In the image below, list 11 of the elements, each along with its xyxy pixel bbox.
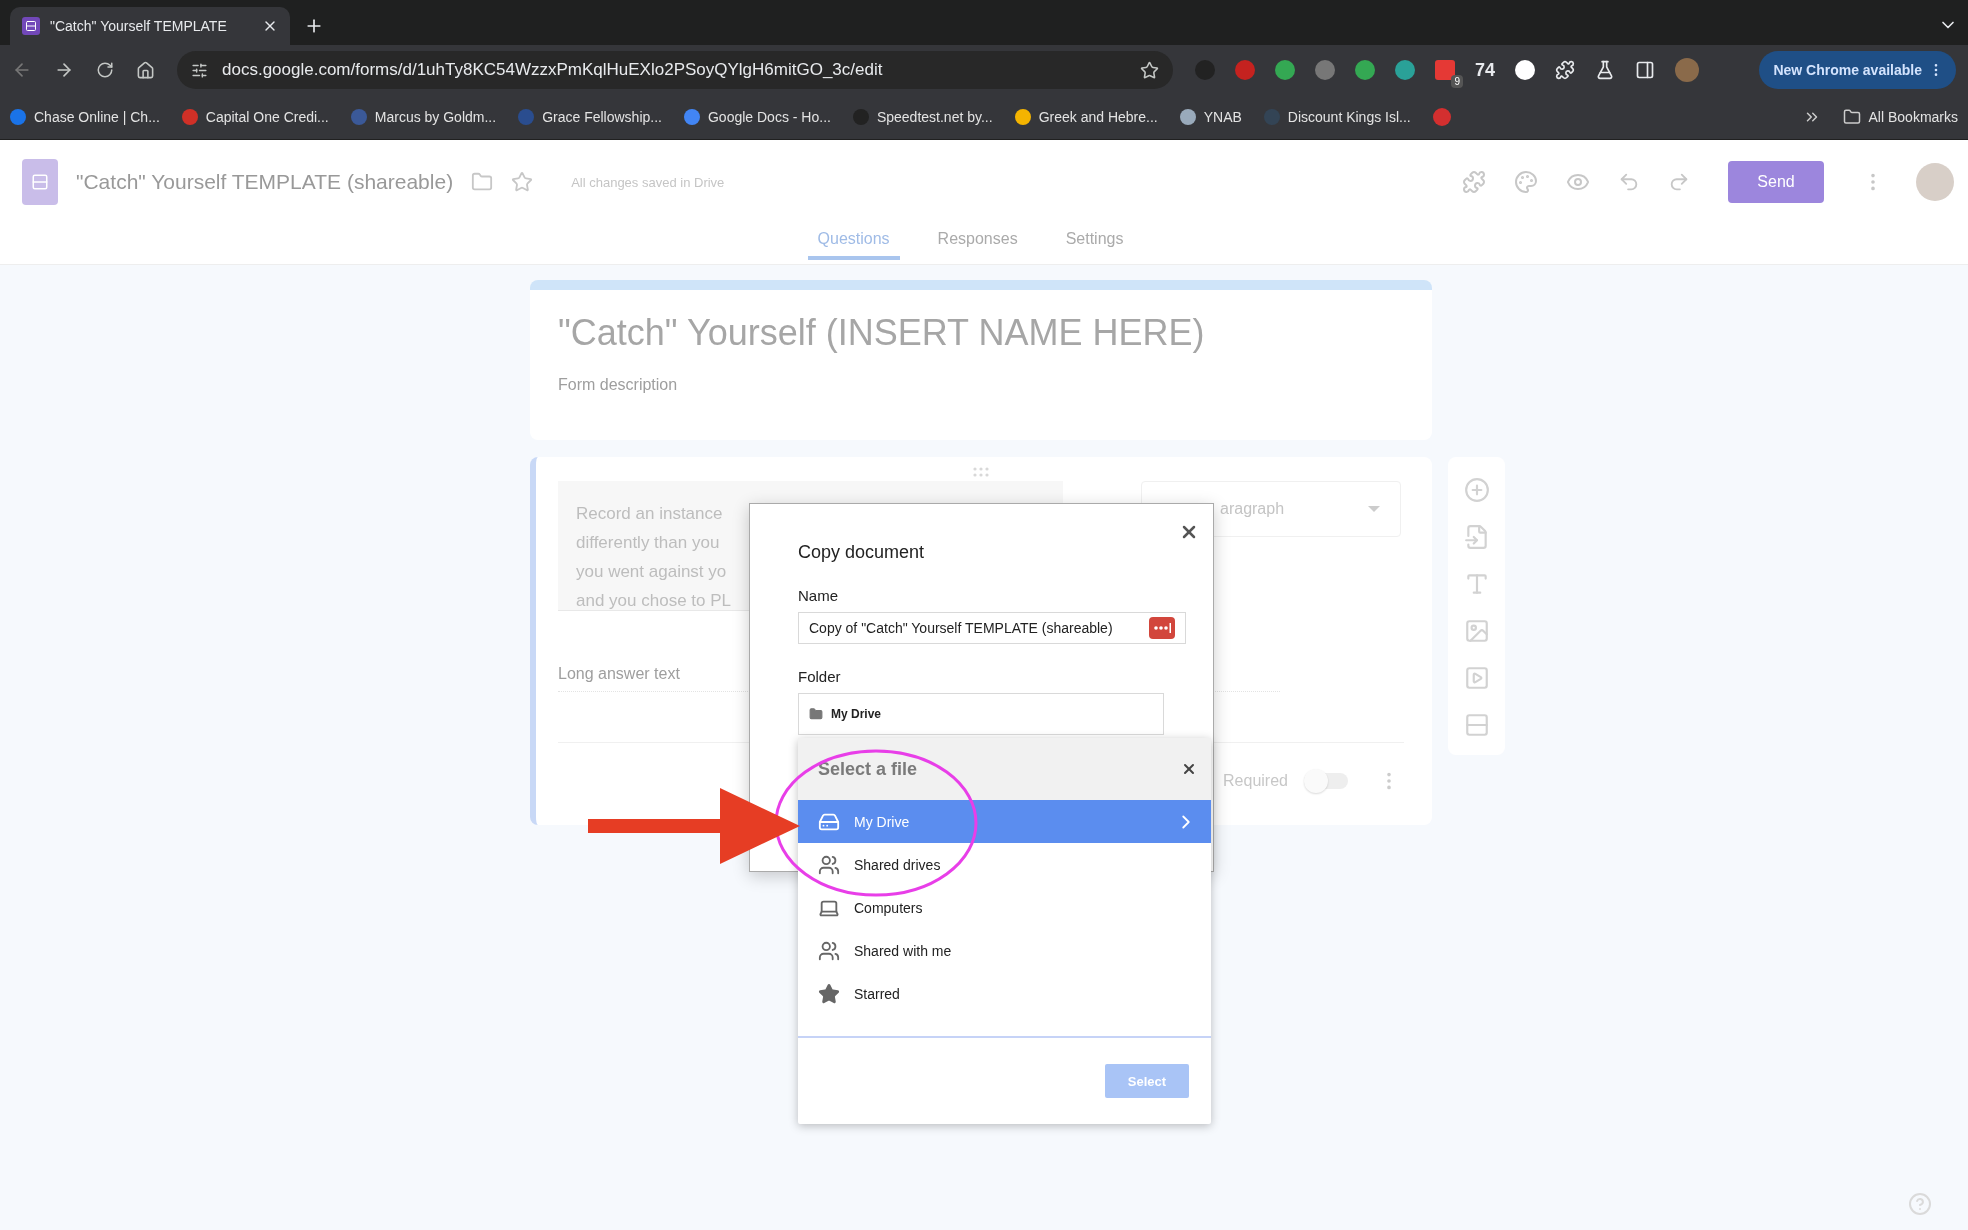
dialog-title: Copy document — [798, 542, 926, 563]
folder-label: Folder — [798, 668, 842, 685]
location-label: Shared drives — [854, 856, 942, 873]
location-label: My Drive — [854, 813, 911, 830]
name-label: Name — [798, 587, 839, 604]
extension-badge: 9 — [1451, 75, 1463, 88]
location-label: Starred — [854, 985, 901, 1002]
location-label: Shared with me — [854, 942, 953, 959]
picker-title: Select a file — [818, 758, 918, 780]
required-label: Required — [1223, 771, 1288, 790]
location-label: Computers — [854, 899, 924, 916]
